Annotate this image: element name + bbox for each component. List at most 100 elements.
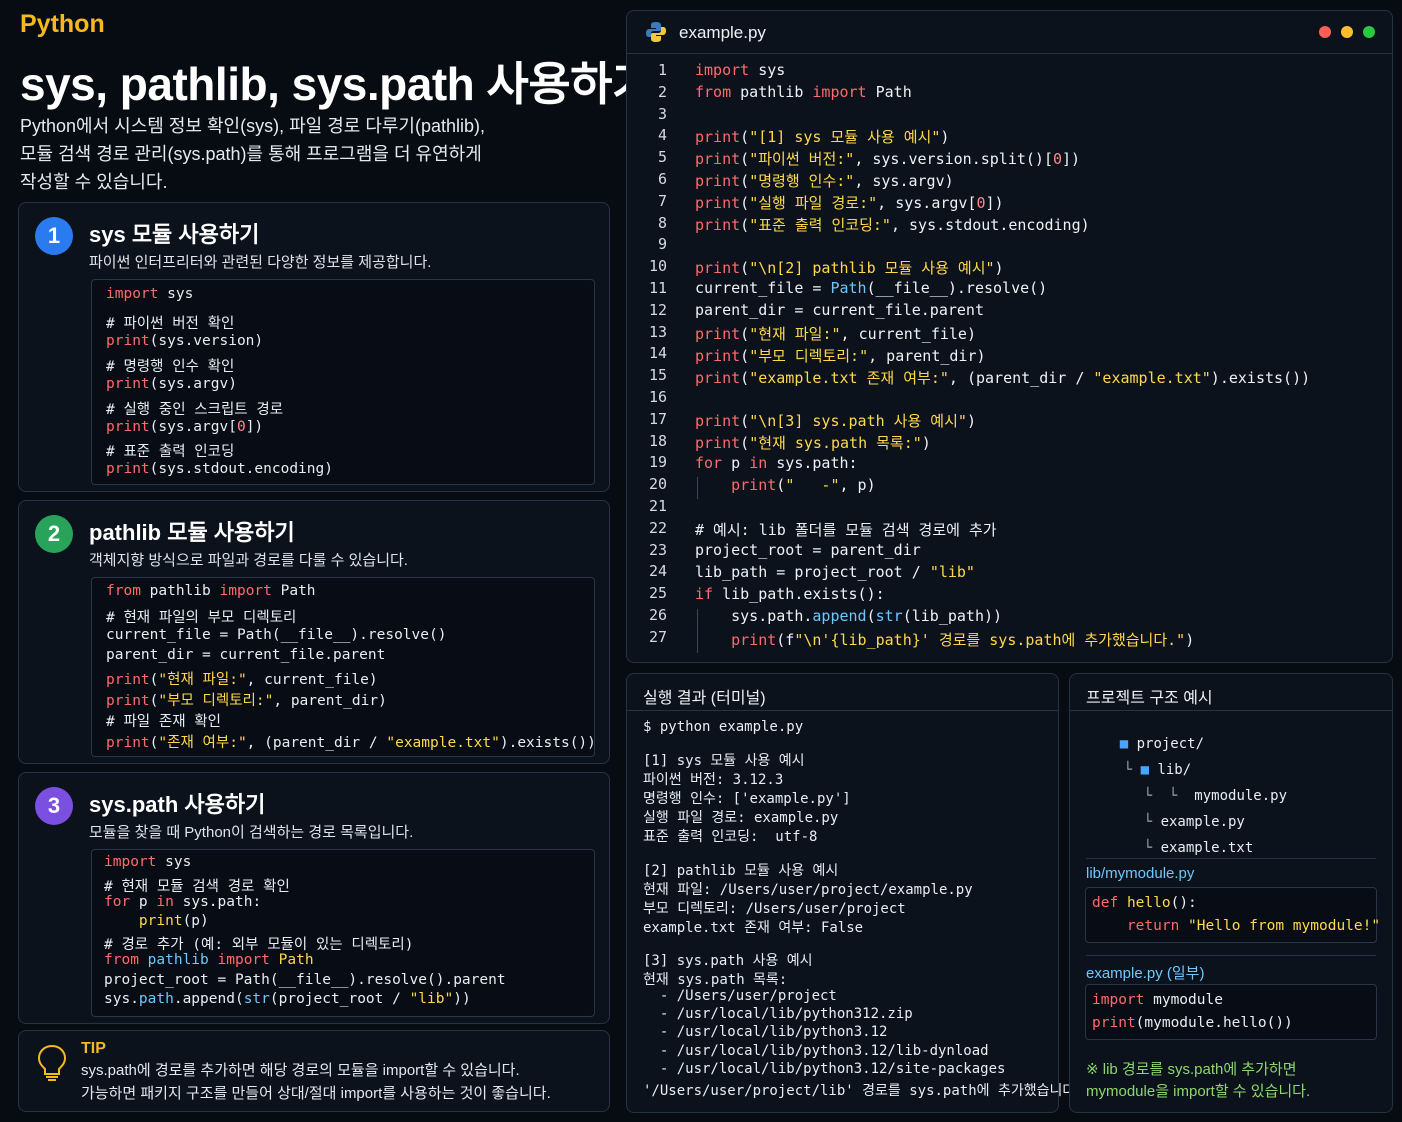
editor-line: lib_path = project_root / "lib": [695, 563, 975, 581]
terminal-final-message: '/Users/user/project/lib' 경로를 sys.path에 …: [643, 1083, 1084, 1099]
line-number: 27: [648, 627, 667, 646]
code-line: print(sys.argv): [106, 376, 237, 392]
structure-title: 프로젝트 구조 예시: [1086, 690, 1213, 707]
editor-line: print(" -", p): [731, 476, 876, 494]
terminal-output: - /usr/local/lib/python3.12/site-package…: [643, 1061, 1006, 1077]
code-comment: # 파이썬 버전 확인: [106, 316, 235, 332]
tip-label: TIP: [81, 1040, 106, 1057]
tip-box: TIP sys.path에 경로를 추가하면 해당 경로의 모듈을 import…: [18, 1030, 610, 1112]
panel-divider: [1070, 710, 1392, 711]
editor-comment: # 예시: lib 폴더를 모듈 검색 경로에 추가: [695, 521, 997, 539]
section-title: sys 모듈 사용하기: [89, 222, 260, 247]
terminal-output: [2] pathlib 모듈 사용 예시: [643, 863, 839, 879]
section-pathlib-card: 2 pathlib 모듈 사용하기 객체지향 방식으로 파일과 경로를 다룰 수…: [18, 500, 610, 764]
close-window-button[interactable]: [1319, 26, 1331, 38]
editor-line: print("현재 sys.path 목록:"): [695, 434, 931, 452]
example-file-label: example.py (일부): [1086, 965, 1205, 982]
line-number: 21: [648, 497, 667, 515]
line-number: 23: [648, 540, 667, 559]
code-line: print("존재 여부:", (parent_dir / "example.t…: [106, 735, 596, 751]
line-number: 8: [657, 213, 667, 232]
terminal-output: 현재 sys.path 목록:: [643, 972, 788, 988]
language-tag: Python: [20, 10, 105, 38]
intro-line: 작성할 수 있습니다.: [20, 172, 168, 192]
line-number: 26: [648, 606, 667, 624]
terminal-output: example.txt 존재 여부: False: [643, 920, 864, 936]
editor-line: print("\n[3] sys.path 사용 예시"): [695, 412, 976, 430]
line-number: 25: [648, 584, 667, 603]
terminal-output: 표준 출력 인코딩: utf-8: [643, 829, 818, 845]
code-line: current_file = Path(__file__).resolve(): [106, 627, 447, 643]
editor-line: current_file = Path(__file__).resolve(): [695, 279, 1048, 297]
line-number: 2: [657, 82, 667, 101]
line-number: 18: [648, 431, 667, 450]
editor-line: print("실행 파일 경로:", sys.argv[0]): [695, 194, 1004, 212]
editor-line: print("현재 파일:", current_file): [695, 325, 976, 343]
terminal-command: $ python example.py: [643, 719, 804, 735]
code-line: project_root = Path(__file__).resolve().…: [104, 972, 506, 988]
editor-line: import sys: [695, 61, 786, 79]
intro-line: 모듈 검색 경로 관리(sys.path)를 통해 프로그램을 더 유연하게: [20, 144, 482, 164]
editor-line: print(f"\n'{lib_path}' 경로를 sys.path에 추가했…: [731, 631, 1195, 649]
line-number: 24: [648, 562, 667, 581]
example-code-block: import mymodule print(mymodule.hello()): [1085, 984, 1377, 1040]
line-number: 12: [648, 300, 667, 319]
editor-titlebar: example.py: [627, 11, 1392, 54]
tip-text: sys.path에 경로를 추가하면 해당 경로의 모듈을 import할 수 …: [81, 1062, 520, 1079]
line-number: 9: [657, 235, 667, 254]
terminal-output: [1] sys 모듈 사용 예시: [643, 753, 805, 769]
editor-line: print("표준 출력 인코딩:", sys.stdout.encoding): [695, 216, 1090, 234]
line-number: 22: [648, 518, 667, 537]
editor-filename: example.py: [679, 23, 766, 42]
panel-divider: [627, 710, 1058, 711]
editor-line: print("명령행 인수:", sys.argv): [695, 172, 954, 190]
editor-line: sys.path.append(str(lib_path)): [695, 607, 1003, 625]
lightbulb-icon: [37, 1044, 67, 1081]
code-line: import sys: [104, 854, 192, 870]
code-line: import mymodule: [1092, 992, 1223, 1008]
line-number: 5: [657, 148, 667, 167]
code-line: print(mymodule.hello()): [1092, 1015, 1293, 1031]
maximize-window-button[interactable]: [1363, 26, 1375, 38]
line-number: 10: [648, 257, 667, 276]
code-comment: # 표준 출력 인코딩: [106, 444, 235, 460]
code-line: import sys: [106, 286, 194, 302]
code-editor-window: example.py 1 2 3 4 5 6 7 8 9 10 11 12 13 14 15 16 17 18 19…: [626, 10, 1393, 663]
code-block: import sys # 현재 모듈 검색 경로 확인 for p in sys…: [91, 849, 595, 1017]
project-structure-panel: 프로젝트 구조 예시 ■ project/ └ ■ lib/ └ └ mymod…: [1069, 673, 1393, 1113]
line-number: 4: [657, 126, 667, 145]
line-number: 7: [657, 191, 667, 210]
intro-line: Python에서 시스템 정보 확인(sys), 파일 경로 다루기(pathl…: [20, 116, 486, 136]
editor-line: print("파이썬 버전:", sys.version.split()[0]): [695, 150, 1081, 168]
code-comment: # 경로 추가 (예: 외부 모듈이 있는 디렉토리): [104, 937, 414, 953]
editor-line: print("부모 디렉토리:", parent_dir): [695, 347, 986, 365]
editor-line: print("\n[2] pathlib 모듈 사용 예시"): [695, 259, 1004, 277]
editor-line: print("example.txt 존재 여부:", (parent_dir …: [695, 369, 1311, 387]
section-number-badge: 1: [35, 217, 73, 255]
editor-line: project_root = parent_dir: [695, 541, 921, 559]
editor-line: from pathlib import Path: [695, 83, 912, 101]
editor-line: print("[1] sys 모듈 사용 예시"): [695, 128, 950, 146]
section-desc: 파이썬 인터프리터와 관련된 다양한 정보를 제공합니다.: [89, 254, 432, 271]
code-line: from pathlib import Path: [106, 583, 316, 599]
section-number-badge: 3: [35, 787, 73, 825]
line-number: 19: [648, 453, 667, 472]
section-desc: 객체지향 방식으로 파일과 경로를 다룰 수 있습니다.: [89, 552, 408, 569]
tip-text: 가능하면 패키지 구조를 만들어 상대/절대 import를 사용하는 것이 좋…: [81, 1085, 551, 1102]
minimize-window-button[interactable]: [1341, 26, 1353, 38]
module-code-block: def hello(): return "Hello from mymodule…: [1085, 887, 1380, 943]
code-comment: # 현재 파일의 부모 디렉토리: [106, 610, 297, 626]
code-line: print(p): [138, 913, 209, 929]
line-number: 13: [648, 322, 667, 341]
line-number: 11: [648, 279, 667, 297]
code-comment: # 명령행 인수 확인: [106, 359, 235, 375]
code-block: import sys # 파이썬 버전 확인 print(sys.version…: [91, 279, 595, 485]
terminal-output: 명령행 인수: ['example.py']: [643, 791, 851, 807]
section-number-badge: 2: [35, 515, 73, 553]
line-number: 1: [657, 61, 667, 79]
intro-text: Python에서 시스템 정보 확인(sys), 파일 경로 다루기(pathl…: [20, 112, 580, 196]
section-title: pathlib 모듈 사용하기: [89, 520, 295, 545]
terminal-output: - /Users/user/project: [643, 988, 837, 1004]
section-desc: 모듈을 찾을 때 Python이 검색하는 경로 목록입니다.: [89, 824, 414, 841]
terminal-output: - /usr/local/lib/python3.12/lib-dynload: [643, 1043, 989, 1059]
